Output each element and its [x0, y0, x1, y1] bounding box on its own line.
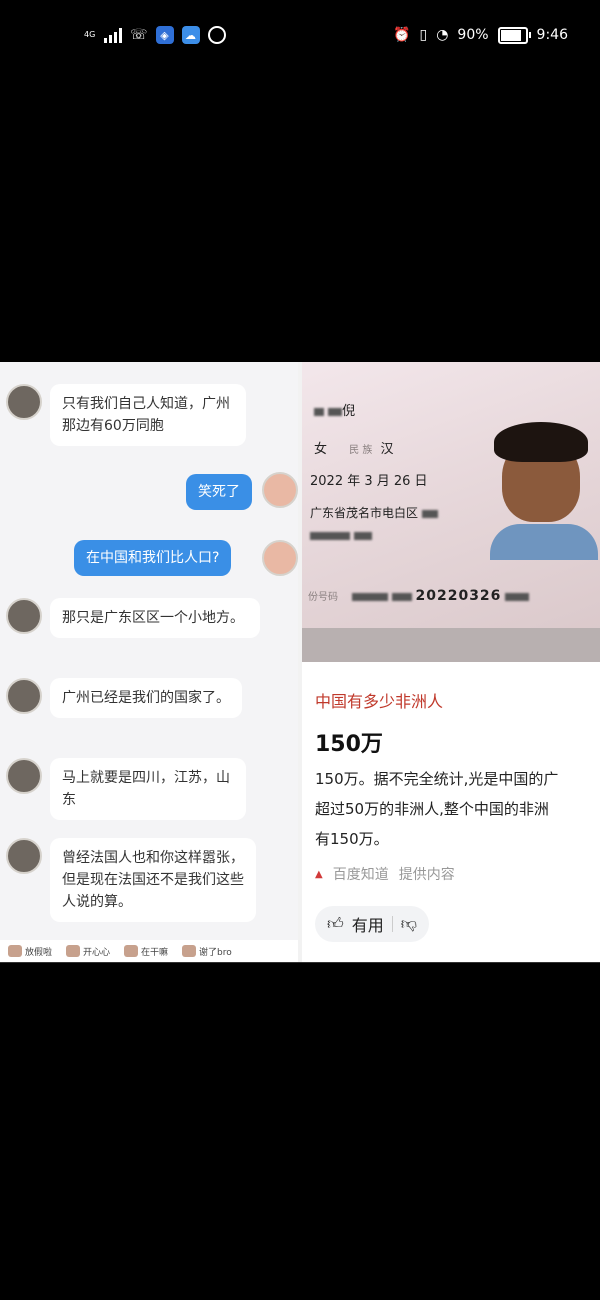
separator	[391, 916, 393, 932]
search-answer-card: 中国有多少非洲人 150万 150万。据不完全统计,光是中国的广 超过50万的非…	[302, 674, 600, 962]
source-logo-icon: ▲	[315, 868, 323, 880]
battery-percent: 90%	[457, 27, 489, 43]
status-bar: 4G ☏ ◈ ☁ ⏰ ▯ ◔ 90% 9:46	[0, 0, 600, 70]
message-bubble: 马上就要是四川，江苏，山东	[50, 758, 246, 820]
network-type: 4G	[84, 30, 96, 39]
ethnicity-value: 汉	[380, 442, 394, 457]
chat-screenshot: 只有我们自己人知道，广州那边有60万同胞 笑死了 在中国和我们比人口? 那只是广…	[0, 362, 306, 962]
sticker-chip[interactable]: 开心心	[66, 945, 110, 958]
chat-message-left: 只有我们自己人知道，广州那边有60万同胞	[6, 384, 246, 446]
chat-message-left: 曾经法国人也和你这样嚣张，但是现在法国还不是我们这些人说的算。	[6, 838, 256, 922]
portrait-shirt	[490, 524, 598, 560]
sticker-icon	[124, 945, 139, 957]
sex-value: 女	[314, 442, 328, 457]
missed-call-icon: ☏	[130, 27, 148, 43]
thumbs-down-icon[interactable]: 👎︎	[401, 914, 417, 934]
shared-image: 只有我们自己人知道，广州那边有60万同胞 笑死了 在中国和我们比人口? 那只是广…	[0, 362, 600, 996]
message-bubble: 那只是广东区区一个小地方。	[50, 598, 260, 638]
sticker-label: 放假啦	[25, 947, 53, 958]
answer-body: 150万。据不完全统计,光是中国的广 超过50万的非洲人,整个中国的非洲 有15…	[315, 764, 600, 854]
avatar	[6, 758, 42, 794]
speed-icon: ◔	[436, 27, 449, 43]
avatar	[6, 678, 42, 714]
sticker-chip[interactable]: 放假啦	[8, 945, 52, 958]
useful-feedback: 👍︎ 有用 👎︎	[315, 906, 429, 942]
sticker-label: 在干嘛	[141, 947, 169, 958]
card-bottom-edge	[302, 628, 600, 662]
name-char: 倪	[342, 404, 356, 419]
alarm-icon: ⏰	[393, 27, 411, 43]
id-number-label: 份号码	[308, 592, 338, 603]
avatar	[6, 838, 42, 874]
id-address: 广东省茂名市电白区	[310, 504, 438, 521]
useful-button[interactable]: 有用	[352, 912, 384, 936]
id-address-line2	[310, 528, 373, 543]
id-sex-row: 女 民 族 汉	[314, 438, 394, 457]
message-bubble-sent: 笑死了	[186, 474, 252, 510]
clock: 9:46	[536, 27, 568, 43]
id-name: 倪	[314, 400, 355, 419]
portrait-hair	[494, 422, 588, 462]
status-left: 4G ☏ ◈ ☁	[84, 22, 226, 48]
vibrate-icon: ▯	[419, 27, 428, 43]
id-birth: 2022 年 3 月 26 日	[310, 474, 428, 489]
ethnicity-label: 民 族	[349, 445, 373, 456]
sticker-chip[interactable]: 谢了bro	[182, 945, 232, 958]
status-right: ⏰ ▯ ◔ 90% 9:46	[393, 22, 568, 48]
sticker-chip[interactable]: 在干嘛	[124, 945, 168, 958]
id-number-visible: 20220326	[415, 588, 502, 604]
answer-line: 有150万。	[315, 830, 389, 848]
sticker-icon	[8, 945, 22, 957]
app-notification-icon: ◈	[155, 26, 174, 44]
chat-message-left: 那只是广东区区一个小地方。	[6, 598, 260, 638]
message-bubble: 只有我们自己人知道，广州那边有60万同胞	[50, 384, 246, 446]
address-text: 广东省茂名市电白区	[310, 506, 419, 520]
avatar	[6, 598, 42, 634]
signal-icon	[104, 27, 122, 43]
battery-icon	[497, 26, 531, 44]
id-number-row: 份号码 20220326	[308, 588, 530, 604]
message-bubble: 曾经法国人也和你这样嚣张，但是现在法国还不是我们这些人说的算。	[50, 838, 256, 922]
answer-source: ▲ 百度知道 提供内容	[315, 864, 455, 884]
weather-icon: ☁	[181, 26, 200, 44]
id-card-photo: 倪 女 民 族 汉 2022 年 3 月 26 日 广东省茂名市电白区 份号码 …	[302, 362, 600, 662]
portrait-photo	[490, 412, 598, 560]
sticker-label: 谢了bro	[199, 947, 232, 958]
answer-line: 超过50万的非洲人,整个中国的非洲	[315, 800, 549, 818]
answer-line: 150万。据不完全统计,光是中国的广	[315, 770, 559, 788]
loading-icon	[207, 26, 226, 44]
avatar	[262, 472, 298, 508]
sticker-icon	[182, 945, 197, 957]
avatar	[6, 384, 42, 420]
sticker-icon	[66, 945, 81, 957]
source-name[interactable]: 百度知道	[333, 864, 389, 884]
chat-message-left: 广州已经是我们的国家了。	[6, 678, 242, 718]
message-bubble-sent: 在中国和我们比人口?	[74, 540, 232, 576]
chat-message-left: 马上就要是四川，江苏，山东	[6, 758, 246, 820]
sticker-label: 开心心	[83, 947, 111, 958]
battery-fill	[500, 29, 521, 41]
avatar	[262, 540, 298, 576]
message-bubble: 广州已经是我们的国家了。	[50, 678, 242, 718]
source-suffix: 提供内容	[398, 867, 455, 883]
question-title[interactable]: 中国有多少非洲人	[315, 688, 443, 712]
image-bottom-strip	[0, 962, 600, 996]
thumbs-up-icon[interactable]: 👍︎	[327, 914, 344, 934]
sticker-suggestion-bar: 放假啦 开心心 在干嘛 谢了bro	[0, 940, 306, 962]
answer-headline: 150万	[315, 732, 383, 757]
